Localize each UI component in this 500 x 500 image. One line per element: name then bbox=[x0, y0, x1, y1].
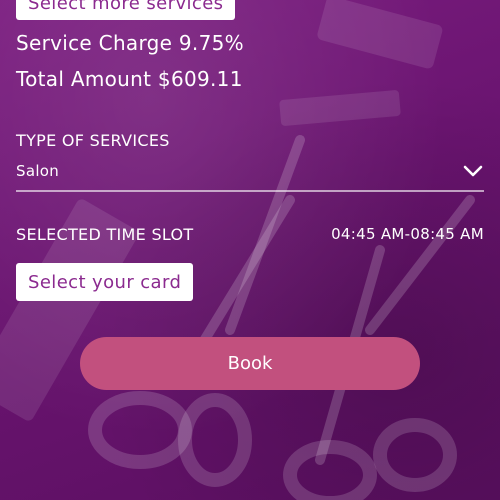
dropdown-underline bbox=[16, 190, 484, 192]
chevron-down-icon[interactable] bbox=[462, 163, 484, 179]
services-dropdown-value[interactable]: Salon bbox=[16, 162, 59, 180]
type-of-services-label: TYPE OF SERVICES bbox=[16, 131, 170, 150]
book-button[interactable]: Book bbox=[80, 337, 420, 390]
selected-time-slot-label: SELECTED TIME SLOT bbox=[16, 225, 194, 244]
select-more-services-label: Select more services bbox=[28, 0, 224, 14]
total-amount-text: Total Amount $609.11 bbox=[16, 67, 243, 91]
time-slot-value: 04:45 AM-08:45 AM bbox=[331, 225, 484, 243]
select-more-services-button[interactable]: Select more services bbox=[16, 0, 236, 20]
select-card-button[interactable]: Select your card bbox=[16, 263, 194, 301]
service-charge-text: Service Charge 9.75% bbox=[16, 31, 244, 55]
select-card-label: Select your card bbox=[28, 271, 182, 293]
book-button-label: Book bbox=[227, 353, 273, 374]
